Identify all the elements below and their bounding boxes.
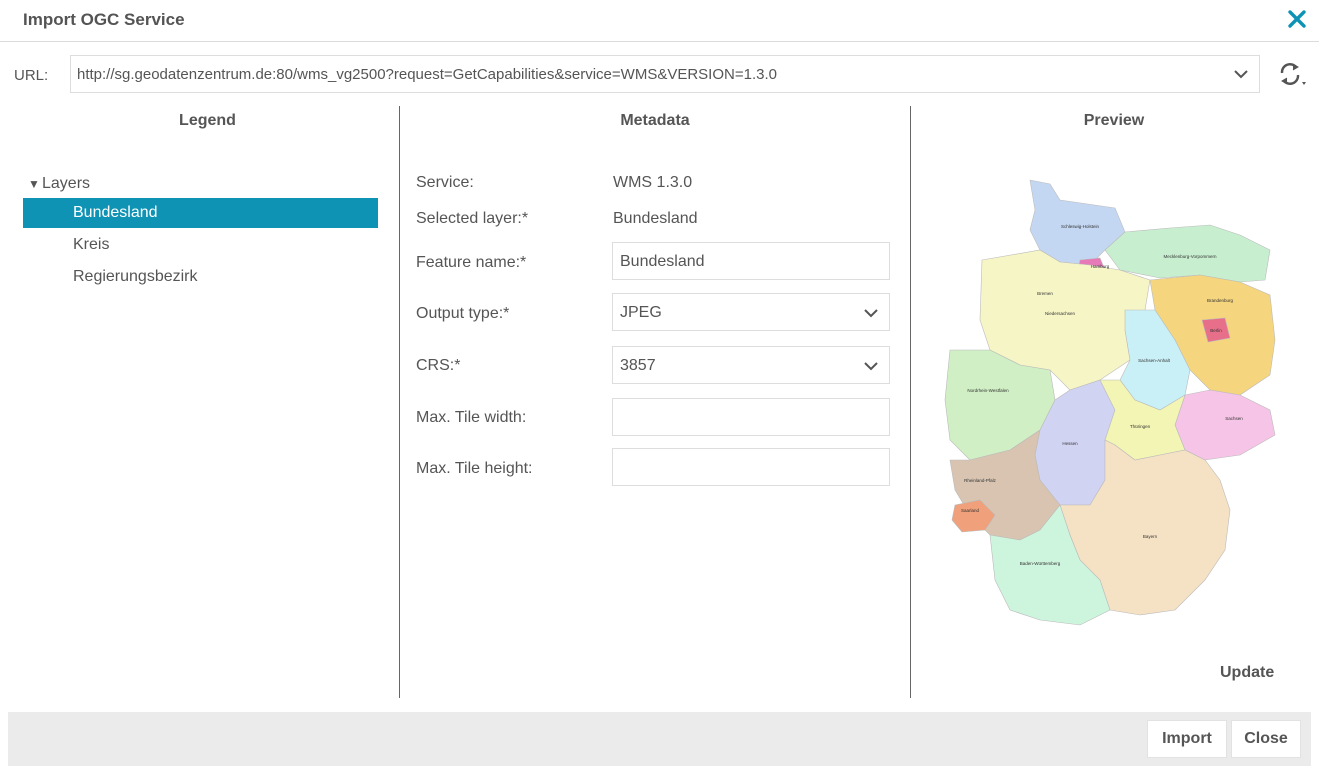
expand-triangle-icon[interactable]: ▼ (28, 177, 42, 191)
url-combobox[interactable]: http://sg.geodatenzentrum.de:80/wms_vg25… (70, 55, 1260, 93)
max-tile-height-label: Max. Tile height: (416, 460, 533, 477)
metadata-heading: Metadata (620, 112, 690, 129)
map-state-label: Bremen (1037, 291, 1053, 296)
crs-label: CRS:* (416, 357, 461, 374)
map-state-label: Nordrhein-Westfalen (967, 388, 1009, 393)
output-type-value: JPEG (620, 304, 662, 321)
feature-name-label: Feature name:* (416, 254, 527, 271)
chevron-down-icon (864, 309, 878, 318)
map-state-label: Sachsen (1225, 416, 1243, 421)
tree-item-kreis[interactable]: Kreis (23, 230, 378, 260)
map-state-label: Bayern (1143, 534, 1158, 539)
tree-item-regierungsbezirk[interactable]: Regierungsbezirk (23, 262, 378, 292)
map-state-label: Brandenburg (1207, 298, 1234, 303)
map-state-label: Saarland (961, 508, 980, 513)
service-value: WMS 1.3.0 (613, 174, 693, 191)
import-button[interactable]: Import (1147, 720, 1227, 758)
url-label: URL: (14, 67, 49, 84)
map-state-label: Sachsen-Anhalt (1138, 358, 1171, 363)
max-tile-width-input[interactable] (612, 398, 890, 436)
map-state-label: Hessen (1062, 441, 1078, 446)
preview-heading: Preview (1083, 112, 1145, 129)
map-state-label: Baden-Württemberg (1020, 561, 1061, 566)
output-type-select[interactable]: JPEG (612, 293, 890, 331)
max-tile-width-label: Max. Tile width: (416, 409, 527, 426)
legend-heading: Legend (179, 112, 236, 129)
tree-item-bundesland[interactable]: Bundesland (23, 198, 378, 228)
map-state-label: Mecklenburg-Vorpommern (1163, 254, 1217, 259)
url-row: URL: http://sg.geodatenzentrum.de:80/wms… (8, 55, 1319, 95)
dialog-title: Import OGC Service (23, 10, 185, 29)
divider-right (910, 106, 911, 698)
chevron-down-icon (864, 362, 878, 371)
map-state-label: Thüringen (1130, 424, 1151, 429)
divider-left (399, 106, 400, 698)
footer-bar: Import Close (8, 712, 1311, 766)
feature-name-value: Bundesland (620, 253, 705, 270)
refresh-icon[interactable] (1276, 61, 1308, 87)
import-ogc-dialog: Import OGC Service URL: http://sg.geodat… (0, 0, 1319, 766)
tree-item-label: Regierungsbezirk (73, 268, 198, 285)
update-button[interactable]: Update (1220, 664, 1274, 682)
map-state-label: Hamburg (1091, 264, 1110, 269)
output-type-label: Output type:* (416, 305, 510, 322)
close-button[interactable]: Close (1231, 720, 1301, 758)
tree-root-label: Layers (42, 175, 91, 192)
tree-root-layers[interactable]: ▼ Layers (28, 175, 90, 193)
map-state-label: Schleswig-Holstein (1061, 224, 1100, 229)
selected-layer-label: Selected layer:* (416, 210, 529, 227)
service-label: Service: (416, 174, 474, 191)
tree-item-label: Kreis (73, 236, 110, 253)
map-state-sachsen (1174, 389, 1276, 461)
close-x-icon[interactable] (1285, 7, 1309, 31)
map-state-label: Rheinland-Pfalz (964, 478, 997, 483)
crs-select[interactable]: 3857 (612, 346, 890, 384)
map-state-label: Berlin (1210, 328, 1222, 333)
chevron-down-icon[interactable] (1233, 67, 1249, 81)
max-tile-height-input[interactable] (612, 448, 890, 486)
url-value: http://sg.geodatenzentrum.de:80/wms_vg25… (77, 66, 777, 83)
crs-value: 3857 (620, 357, 656, 374)
map-state-label: Niedersachsen (1045, 311, 1076, 316)
preview-map: Schleswig-Holstein Mecklenburg-Vorpommern… (944, 179, 1276, 626)
selected-layer-value: Bundesland (613, 210, 698, 227)
title-bar: Import OGC Service (0, 0, 1319, 42)
feature-name-input[interactable]: Bundesland (612, 242, 890, 280)
tree-item-label: Bundesland (73, 204, 158, 221)
